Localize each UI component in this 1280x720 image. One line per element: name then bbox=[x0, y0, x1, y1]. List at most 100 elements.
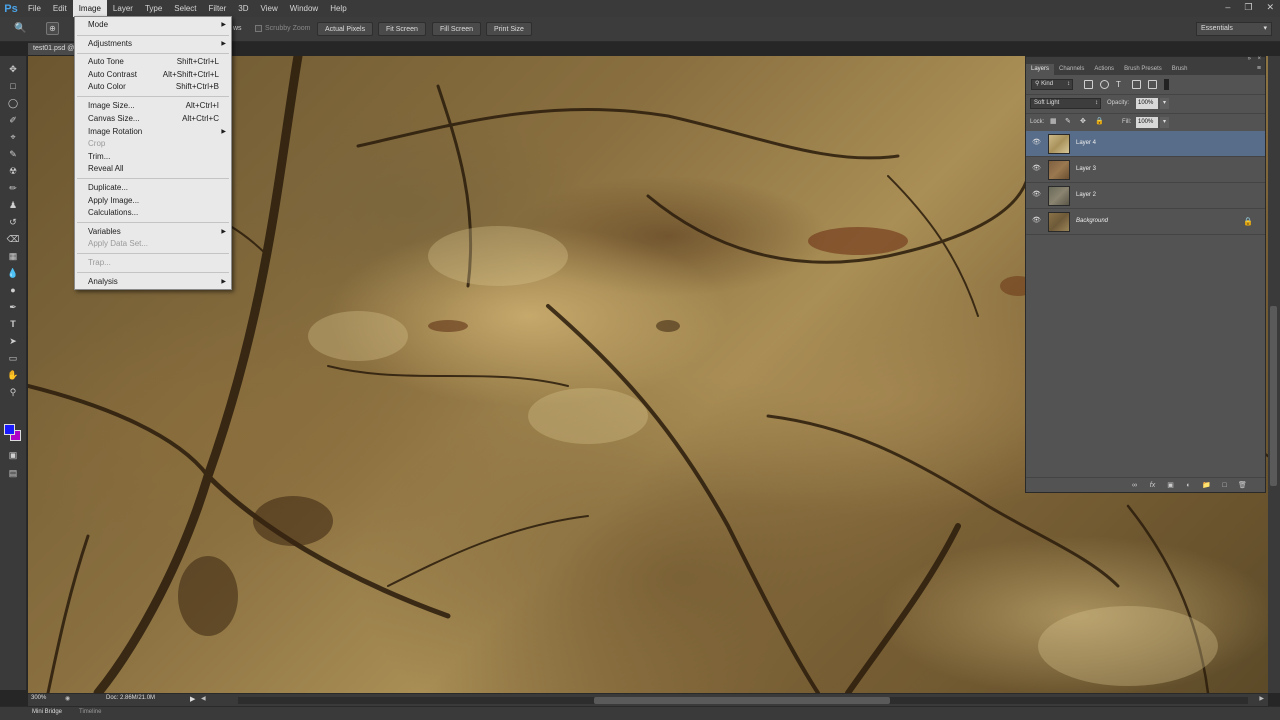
tab-layers[interactable]: Layers bbox=[1026, 64, 1055, 75]
screen-mode-icon[interactable]: ▤ bbox=[6, 466, 20, 480]
horizontal-scrollbar-thumb[interactable] bbox=[594, 697, 890, 704]
shape-filter-icon[interactable] bbox=[1132, 80, 1141, 89]
status-options-icon[interactable]: ◉ bbox=[65, 695, 70, 702]
menu-item-duplicate[interactable]: Duplicate... bbox=[75, 182, 231, 194]
visibility-eye-icon[interactable]: 👁 bbox=[1032, 191, 1041, 199]
scroll-right-icon[interactable]: ▶ bbox=[1259, 695, 1264, 702]
hand-tool-icon[interactable]: ✋ bbox=[6, 368, 20, 382]
menu-edit[interactable]: Edit bbox=[47, 0, 73, 17]
adjustment-layer-icon[interactable]: ◐ bbox=[1184, 481, 1193, 490]
layer-row[interactable]: 👁 Layer 2 bbox=[1026, 183, 1265, 209]
tab-actions[interactable]: Actions bbox=[1089, 64, 1119, 75]
add-mask-icon[interactable]: ▣ bbox=[1166, 481, 1175, 490]
smart-object-filter-icon[interactable] bbox=[1148, 80, 1157, 89]
menu-item-reveal-all[interactable]: Reveal All bbox=[75, 163, 231, 175]
layer-row[interactable]: 👁 Layer 3 bbox=[1026, 157, 1265, 183]
eyedropper-tool-icon[interactable]: ✎ bbox=[6, 147, 20, 161]
blur-tool-icon[interactable]: 💧 bbox=[6, 266, 20, 280]
foreground-color-swatch[interactable] bbox=[4, 424, 15, 435]
menu-select[interactable]: Select bbox=[168, 0, 202, 17]
close-panel-icon[interactable]: × bbox=[1257, 56, 1261, 62]
healing-brush-tool-icon[interactable]: ☢ bbox=[6, 164, 20, 178]
menu-item-apply-image[interactable]: Apply Image... bbox=[75, 195, 231, 207]
fit-screen-button[interactable]: Fit Screen bbox=[378, 22, 426, 36]
opacity-dropdown-icon[interactable]: ▾ bbox=[1160, 98, 1169, 109]
opacity-input[interactable]: 100% bbox=[1136, 98, 1158, 109]
status-menu-arrow-icon[interactable]: ▶ bbox=[190, 695, 195, 703]
collapse-panel-icon[interactable]: » bbox=[1248, 56, 1251, 62]
type-tool-icon[interactable]: T bbox=[6, 317, 20, 331]
tab-channels[interactable]: Channels bbox=[1054, 64, 1089, 75]
panel-menu-icon[interactable]: ≡ bbox=[1257, 65, 1261, 72]
fill-dropdown-icon[interactable]: ▾ bbox=[1160, 117, 1169, 128]
zoom-level-field[interactable]: 300% bbox=[31, 695, 46, 701]
dodge-tool-icon[interactable]: ● bbox=[6, 283, 20, 297]
menu-item-canvas-size[interactable]: Canvas Size... Alt+Ctrl+C bbox=[75, 113, 231, 125]
menu-window[interactable]: Window bbox=[284, 0, 324, 17]
new-layer-icon[interactable]: □ bbox=[1220, 481, 1229, 490]
delete-layer-icon[interactable]: 🗑 bbox=[1238, 481, 1247, 490]
print-size-button[interactable]: Print Size bbox=[486, 22, 532, 36]
vertical-scrollbar[interactable] bbox=[1268, 56, 1280, 693]
fill-input[interactable]: 100% bbox=[1136, 117, 1158, 128]
path-select-tool-icon[interactable]: ➤ bbox=[6, 334, 20, 348]
lock-position-icon[interactable]: ✥ bbox=[1080, 118, 1088, 126]
visibility-eye-icon[interactable]: 👁 bbox=[1032, 139, 1041, 147]
quick-mask-icon[interactable]: ▣ bbox=[6, 448, 20, 462]
menu-item-image-rotation[interactable]: Image Rotation ▶ bbox=[75, 126, 231, 138]
vertical-scrollbar-thumb[interactable] bbox=[1270, 306, 1277, 486]
menu-item-analysis[interactable]: Analysis ▶ bbox=[75, 276, 231, 288]
visibility-eye-icon[interactable]: 👁 bbox=[1032, 165, 1041, 173]
lock-all-icon[interactable]: 🔒 bbox=[1095, 118, 1104, 126]
lock-image-icon[interactable]: ✎ bbox=[1065, 118, 1073, 126]
document-tab[interactable]: test01.psd @ bbox=[28, 43, 78, 55]
visibility-eye-icon[interactable]: 👁 bbox=[1032, 217, 1041, 225]
menu-item-trim[interactable]: Trim... bbox=[75, 151, 231, 163]
menu-file[interactable]: File bbox=[22, 0, 47, 17]
filter-toggle-icon[interactable] bbox=[1164, 79, 1169, 90]
menu-item-auto-color[interactable]: Auto Color Shift+Ctrl+B bbox=[75, 81, 231, 93]
pen-tool-icon[interactable]: ✒ bbox=[6, 300, 20, 314]
link-layers-icon[interactable]: ∞ bbox=[1130, 481, 1139, 490]
menu-item-image-size[interactable]: Image Size... Alt+Ctrl+I bbox=[75, 100, 231, 112]
tab-brush-presets[interactable]: Brush Presets bbox=[1119, 64, 1167, 75]
lasso-tool-icon[interactable]: ◯ bbox=[6, 96, 20, 110]
pixel-filter-icon[interactable] bbox=[1084, 80, 1093, 89]
tab-mini-bridge[interactable]: Mini Bridge bbox=[32, 709, 62, 715]
quick-select-tool-icon[interactable]: ✐ bbox=[6, 113, 20, 127]
layer-style-icon[interactable]: fx bbox=[1148, 481, 1157, 490]
menu-item-mode[interactable]: Mode ▶ bbox=[75, 19, 231, 31]
brush-tool-icon[interactable]: ✏ bbox=[6, 181, 20, 195]
move-tool-icon[interactable]: ✥ bbox=[6, 62, 20, 76]
history-brush-tool-icon[interactable]: ↺ bbox=[6, 215, 20, 229]
layer-row[interactable]: 👁 Layer 4 bbox=[1026, 131, 1265, 157]
new-group-icon[interactable]: 📁 bbox=[1202, 481, 1211, 490]
close-icon[interactable]: ✕ bbox=[1266, 2, 1274, 13]
shape-tool-icon[interactable]: ▭ bbox=[6, 351, 20, 365]
menu-layer[interactable]: Layer bbox=[107, 0, 139, 17]
tab-brush[interactable]: Brush bbox=[1167, 64, 1193, 75]
menu-filter[interactable]: Filter bbox=[203, 0, 233, 17]
scroll-left-icon[interactable]: ◀ bbox=[201, 695, 206, 702]
actual-pixels-button[interactable]: Actual Pixels bbox=[317, 22, 374, 36]
fill-screen-button[interactable]: Fill Screen bbox=[432, 22, 482, 36]
menu-type[interactable]: Type bbox=[139, 0, 168, 17]
clone-stamp-tool-icon[interactable]: ♟ bbox=[6, 198, 20, 212]
restore-icon[interactable]: ❐ bbox=[1244, 2, 1252, 13]
tab-timeline[interactable]: Timeline bbox=[79, 709, 101, 715]
eraser-tool-icon[interactable]: ⌫ bbox=[6, 232, 20, 246]
workspace-select[interactable]: Essentials ▾ bbox=[1196, 22, 1272, 36]
zoom-tool-icon[interactable]: 🔍 bbox=[14, 23, 26, 34]
menu-item-calculations[interactable]: Calculations... bbox=[75, 207, 231, 219]
crop-tool-icon[interactable]: ⌖ bbox=[6, 130, 20, 144]
menu-image[interactable]: Image bbox=[72, 0, 107, 17]
lock-transparent-icon[interactable]: ▦ bbox=[1050, 118, 1058, 126]
menu-3d[interactable]: 3D bbox=[232, 0, 254, 17]
menu-item-variables[interactable]: Variables ▶ bbox=[75, 226, 231, 238]
horizontal-scrollbar[interactable] bbox=[238, 697, 1248, 704]
menu-help[interactable]: Help bbox=[324, 0, 352, 17]
gradient-tool-icon[interactable]: ▦ bbox=[6, 249, 20, 263]
scrubby-zoom-checkbox[interactable] bbox=[255, 25, 262, 32]
type-filter-icon[interactable]: T bbox=[1116, 80, 1125, 89]
layer-row[interactable]: 👁 Background 🔒 bbox=[1026, 209, 1265, 235]
